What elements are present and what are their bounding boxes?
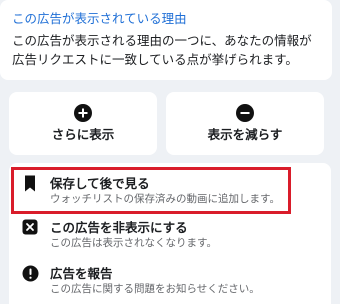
- hide-ad-title: この広告を非表示にする: [50, 220, 188, 235]
- report-ad-title: 広告を報告: [50, 266, 113, 281]
- show-more-button[interactable]: さらに表示: [9, 92, 157, 155]
- close-box-icon: [22, 219, 38, 235]
- save-for-later-title: 保存して後で見る: [50, 176, 150, 191]
- report-ad-item[interactable]: 広告を報告 この広告に関する問題をお知らせください。: [9, 265, 331, 297]
- ad-reason-card: この広告が表示されている理由 この広告が表示される理由の一つに、あなたの情報が広…: [0, 0, 332, 80]
- bookmark-icon: [25, 175, 35, 192]
- save-for-later-subtitle: ウォッチリストの保存済みの動画に追加します。: [50, 193, 280, 205]
- report-ad-subtitle: この広告に関する問題をお知らせください。: [50, 283, 260, 295]
- show-more-label: さらに表示: [51, 127, 115, 142]
- plus-circle-icon: [74, 104, 92, 122]
- alert-icon: [22, 265, 38, 282]
- minus-circle-icon: [236, 104, 254, 122]
- ad-options-sheet: この広告が表示されている理由 この広告が表示される理由の一つに、あなたの情報が広…: [0, 0, 340, 304]
- ad-reason-link[interactable]: この広告が表示されている理由: [12, 10, 320, 28]
- ad-menu-card: 保存して後で見る ウォッチリストの保存済みの動画に追加します。 この広告を非表示…: [9, 163, 331, 304]
- show-less-label: 表示を減らす: [207, 127, 283, 142]
- save-for-later-item[interactable]: 保存して後で見る ウォッチリストの保存済みの動画に追加します。: [9, 175, 331, 207]
- show-less-button[interactable]: 表示を減らす: [166, 92, 324, 155]
- hide-ad-item[interactable]: この広告を非表示にする この広告は表示されなくなります。: [9, 219, 331, 251]
- ad-reason-text: この広告が表示される理由の一つに、あなたの情報が広告リクエストに一致している点が…: [12, 33, 312, 67]
- hide-ad-subtitle: この広告は表示されなくなります。: [50, 237, 217, 249]
